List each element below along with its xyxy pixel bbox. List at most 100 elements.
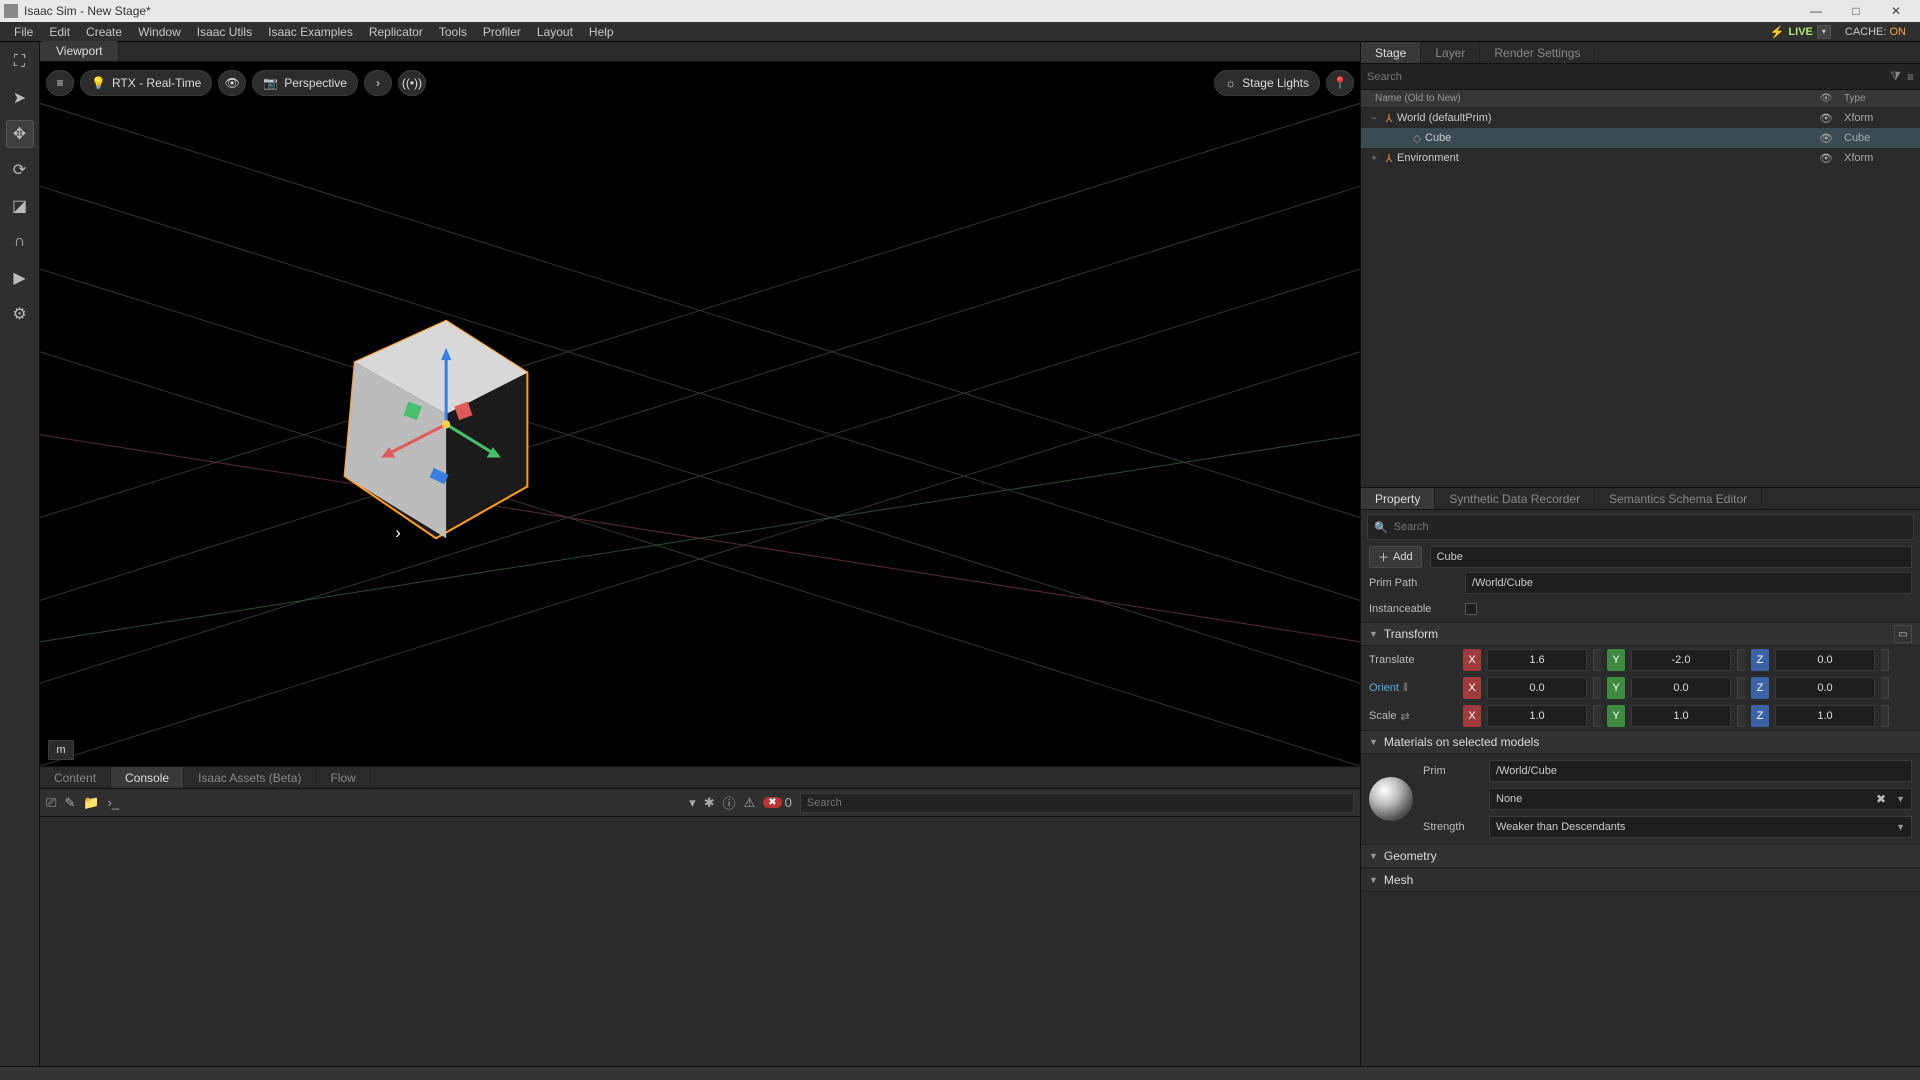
- mat-prim-input[interactable]: [1489, 760, 1912, 782]
- drag-handle-icon[interactable]: [1881, 705, 1889, 727]
- console-prompt-icon[interactable]: ›_: [108, 795, 120, 810]
- menu-edit[interactable]: Edit: [41, 23, 78, 41]
- orient-y-input[interactable]: 0.0: [1631, 677, 1731, 699]
- cache-status[interactable]: CACHE: ON: [1837, 26, 1914, 38]
- camera-selector[interactable]: 📷 Perspective: [252, 70, 358, 96]
- viewport[interactable]: ≡ 💡 RTX - Real-Time 👁 📷 Perspective › ((…: [40, 62, 1360, 766]
- tool-snap-icon[interactable]: ∩: [6, 228, 34, 256]
- tool-play-icon[interactable]: ▶: [6, 264, 34, 292]
- prim-name-input[interactable]: [1430, 546, 1912, 568]
- tool-scale-icon[interactable]: ◪: [6, 192, 34, 220]
- tab-render-settings[interactable]: Render Settings: [1480, 42, 1595, 63]
- drag-handle-icon[interactable]: [1737, 705, 1745, 727]
- section-geometry[interactable]: ▼ Geometry: [1361, 844, 1920, 868]
- tool-select-icon[interactable]: ➤: [6, 84, 34, 112]
- orient-z-input[interactable]: 0.0: [1775, 677, 1875, 699]
- tool-move-icon[interactable]: ✥: [6, 120, 34, 148]
- pin-icon[interactable]: 📍: [1326, 70, 1354, 96]
- error-filter[interactable]: ✖ 0: [763, 795, 792, 810]
- translate-x-input[interactable]: 1.6: [1487, 649, 1587, 671]
- drag-handle-icon[interactable]: [1737, 649, 1745, 671]
- stage-search[interactable]: ⧩ ≡: [1361, 64, 1920, 90]
- window-maximize-button[interactable]: □: [1836, 4, 1876, 18]
- tab-synthetic-data[interactable]: Synthetic Data Recorder: [1435, 488, 1595, 509]
- expand-icon[interactable]: +: [1367, 153, 1381, 163]
- add-button[interactable]: ＋ Add: [1369, 546, 1422, 568]
- tool-frame-icon[interactable]: ⛶: [6, 48, 34, 76]
- visibility-icon[interactable]: 👁: [218, 70, 246, 96]
- menu-replicator[interactable]: Replicator: [361, 23, 431, 41]
- tab-property[interactable]: Property: [1361, 488, 1435, 509]
- property-search[interactable]: 🔍: [1367, 514, 1914, 540]
- expand-icon[interactable]: −: [1367, 113, 1381, 123]
- section-mesh[interactable]: ▼ Mesh: [1361, 868, 1920, 892]
- clear-icon[interactable]: ✖: [1872, 790, 1890, 808]
- reset-transform-icon[interactable]: ▭: [1894, 625, 1912, 643]
- tab-console[interactable]: Console: [111, 767, 184, 788]
- tab-semantics[interactable]: Semantics Schema Editor: [1595, 488, 1762, 509]
- menu-isaac-utils[interactable]: Isaac Utils: [189, 23, 260, 41]
- window-close-button[interactable]: ✕: [1876, 4, 1916, 18]
- tab-content[interactable]: Content: [40, 767, 111, 788]
- snowflake-icon[interactable]: ✱: [704, 795, 715, 811]
- menu-isaac-examples[interactable]: Isaac Examples: [260, 23, 361, 41]
- tab-stage[interactable]: Stage: [1361, 42, 1421, 63]
- tree-row-world[interactable]: − ⅄ World (defaultPrim) 👁 Xform: [1361, 108, 1920, 128]
- visibility-eye-icon[interactable]: 👁: [1812, 132, 1840, 145]
- translate-y-input[interactable]: -2.0: [1631, 649, 1731, 671]
- console-open-icon[interactable]: 📁: [83, 795, 99, 811]
- orient-x-input[interactable]: 0.0: [1487, 677, 1587, 699]
- section-transform[interactable]: ▼ Transform ▭: [1361, 622, 1920, 646]
- tool-physics-icon[interactable]: ⚙: [6, 300, 34, 328]
- chevron-down-icon[interactable]: ▼: [1896, 794, 1905, 804]
- material-preview-icon[interactable]: [1369, 777, 1413, 821]
- instanceable-checkbox[interactable]: [1465, 603, 1477, 615]
- stage-search-input[interactable]: [1367, 68, 1884, 86]
- scale-z-input[interactable]: 1.0: [1775, 705, 1875, 727]
- menu-create[interactable]: Create: [78, 23, 130, 41]
- drag-handle-icon[interactable]: [1737, 677, 1745, 699]
- viewport-unit[interactable]: m: [48, 740, 74, 760]
- stage-header-type[interactable]: Type: [1840, 93, 1920, 104]
- filter-funnel-icon[interactable]: ⧩: [1890, 69, 1901, 84]
- drag-handle-icon[interactable]: [1593, 705, 1601, 727]
- filter-icon[interactable]: ▾: [689, 795, 696, 811]
- menu-tools[interactable]: Tools: [431, 23, 475, 41]
- eye-icon[interactable]: 👁: [1812, 93, 1840, 104]
- info-icon[interactable]: ⓘ: [723, 793, 736, 812]
- translate-z-input[interactable]: 0.0: [1775, 649, 1875, 671]
- tab-viewport[interactable]: Viewport: [40, 41, 119, 61]
- prim-path-input[interactable]: [1465, 572, 1912, 594]
- property-search-input[interactable]: [1394, 521, 1907, 533]
- material-select[interactable]: None ✖ ▼: [1489, 788, 1912, 810]
- audio-icon[interactable]: ((•)): [398, 70, 426, 96]
- tab-flow[interactable]: Flow: [316, 767, 370, 788]
- live-dropdown-icon[interactable]: ▾: [1817, 25, 1831, 39]
- menu-file[interactable]: File: [6, 23, 41, 41]
- drag-handle-icon[interactable]: [1593, 649, 1601, 671]
- console-edit-icon[interactable]: ✎: [64, 795, 75, 811]
- section-materials[interactable]: ▼ Materials on selected models: [1361, 730, 1920, 754]
- tool-rotate-icon[interactable]: ⟳: [6, 156, 34, 184]
- scale-x-input[interactable]: 1.0: [1487, 705, 1587, 727]
- window-minimize-button[interactable]: —: [1796, 4, 1836, 18]
- stage-lights-toggle[interactable]: ☼ Stage Lights: [1214, 70, 1320, 96]
- viewport-settings-icon[interactable]: ≡: [46, 70, 74, 96]
- menu-help[interactable]: Help: [581, 23, 622, 41]
- chevron-down-icon[interactable]: ▼: [1896, 822, 1905, 832]
- drag-handle-icon[interactable]: [1593, 677, 1601, 699]
- console-clear-icon[interactable]: ⎚: [46, 795, 56, 811]
- tree-row-environment[interactable]: + ⅄ Environment 👁 Xform: [1361, 148, 1920, 168]
- visibility-eye-icon[interactable]: 👁: [1812, 112, 1840, 125]
- console-search[interactable]: [800, 793, 1354, 813]
- stage-header-name[interactable]: Name (Old to New): [1361, 93, 1812, 104]
- options-icon[interactable]: ≡: [1907, 70, 1914, 84]
- link-icon[interactable]: ⇄: [1401, 710, 1410, 723]
- tab-isaac-assets[interactable]: Isaac Assets (Beta): [184, 767, 316, 788]
- drag-handle-icon[interactable]: [1881, 677, 1889, 699]
- drag-handle-icon[interactable]: [1881, 649, 1889, 671]
- stage-tree[interactable]: − ⅄ World (defaultPrim) 👁 Xform ◇ Cube 👁…: [1361, 108, 1920, 488]
- console-search-input[interactable]: [800, 793, 1354, 813]
- live-status[interactable]: ⚡ LIVE ▾: [1763, 25, 1836, 39]
- orient-mode-icon[interactable]: ⦀: [1403, 682, 1408, 695]
